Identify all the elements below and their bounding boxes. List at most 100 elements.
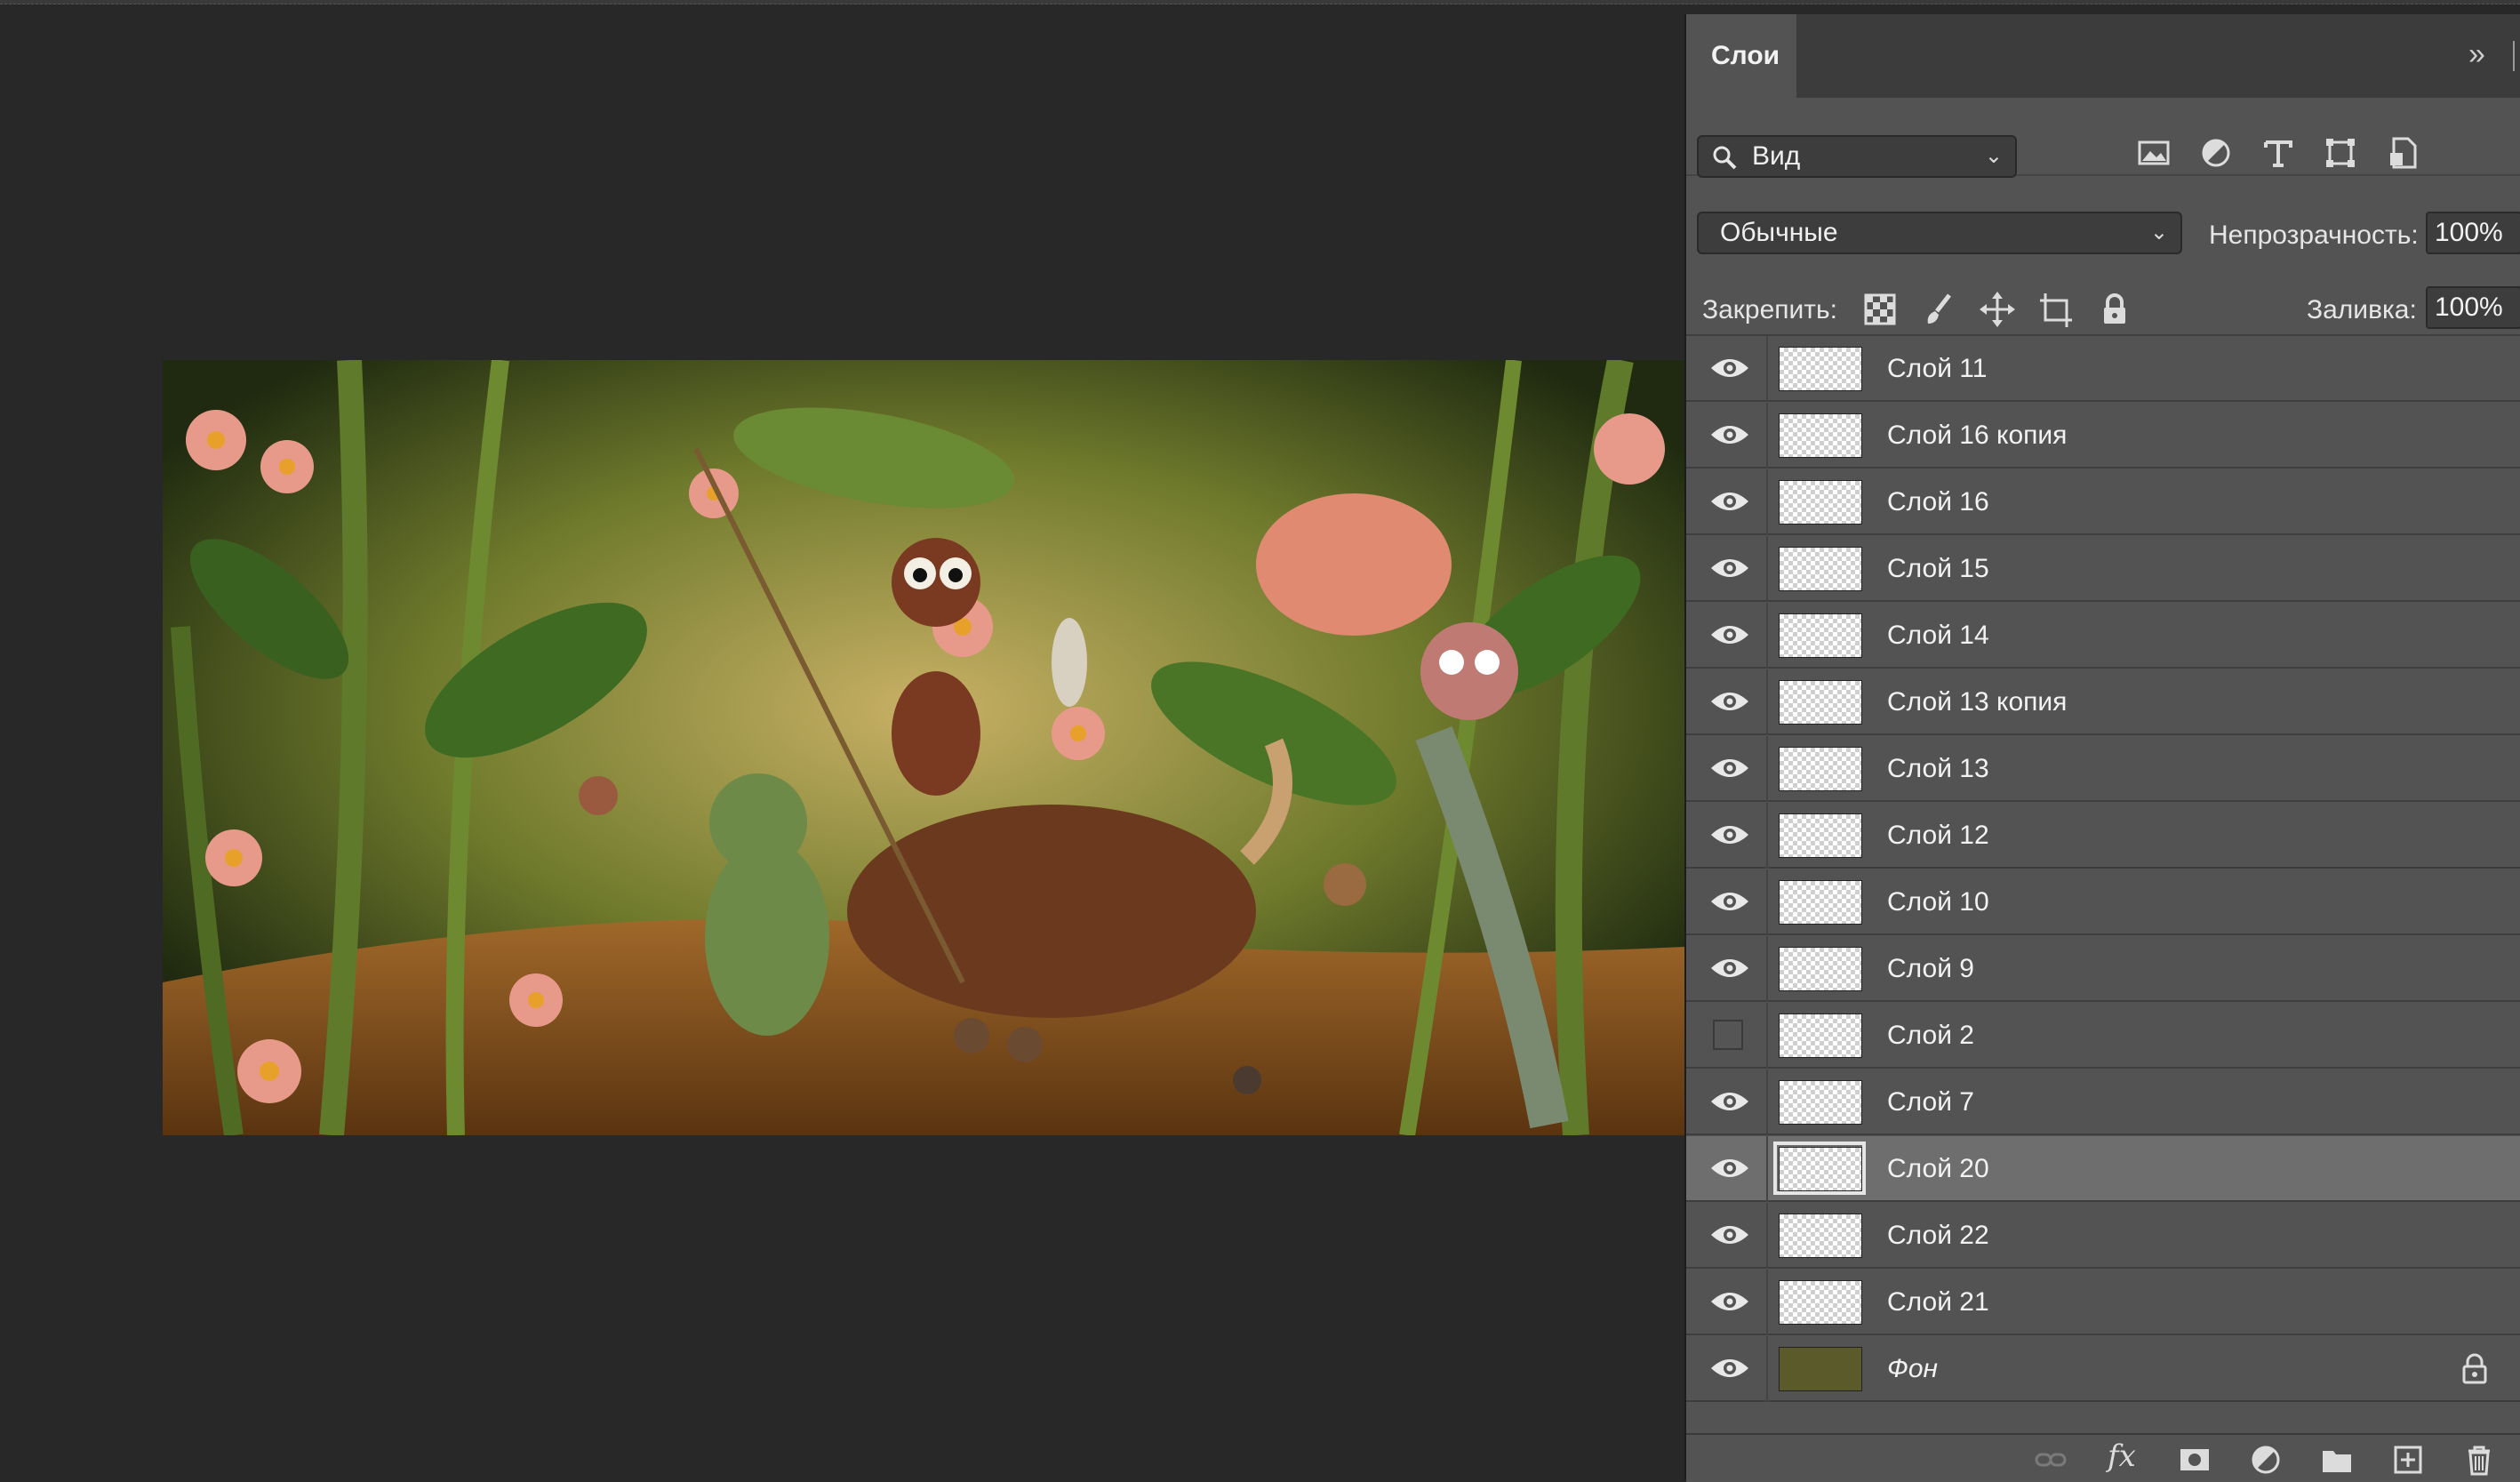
lock-position-icon[interactable]: [1978, 290, 2017, 329]
layer-thumbnail[interactable]: [1779, 680, 1862, 725]
layer-name[interactable]: Слой 16: [1887, 469, 1989, 535]
canvas-artwork-image[interactable]: [163, 360, 1684, 1135]
layer-thumbnail[interactable]: [1779, 1013, 1862, 1058]
layer-name[interactable]: Слой 21: [1887, 1270, 1989, 1335]
layer-thumbnail[interactable]: [1779, 947, 1862, 991]
shape-filter-icon[interactable]: [2321, 133, 2360, 172]
image-filter-icon[interactable]: [2134, 133, 2173, 172]
layer-thumbnail[interactable]: [1779, 747, 1862, 791]
layer-thumbnail[interactable]: [1779, 413, 1862, 458]
add-mask-icon[interactable]: [2177, 1442, 2212, 1478]
lock-all-icon[interactable]: [2095, 290, 2134, 329]
layers-list[interactable]: Слой 11 Слой 16 копия Слой 16 Слой 15 Слой 1…: [1686, 334, 2520, 1433]
layer-thumbnail[interactable]: [1779, 1214, 1862, 1258]
layer-row[interactable]: Слой 16 копия: [1686, 403, 2520, 469]
lock-artboard-icon[interactable]: [2036, 290, 2076, 329]
fill-field[interactable]: 100%: [2426, 286, 2520, 329]
lock-row: Закрепить: Заливка: 100%: [1686, 258, 2520, 336]
layer-row[interactable]: Слой 22: [1686, 1203, 2520, 1269]
row-divider: [1766, 1003, 1768, 1069]
layer-name[interactable]: Слой 13 копия: [1887, 669, 2067, 735]
layer-name[interactable]: Слой 10: [1887, 869, 1989, 935]
visibility-eye-icon[interactable]: [1709, 1154, 1750, 1182]
layer-row[interactable]: Слой 7: [1686, 1069, 2520, 1135]
layer-name[interactable]: Слой 9: [1887, 936, 1974, 1002]
row-divider: [1766, 403, 1768, 469]
visibility-eye-icon[interactable]: [1709, 1087, 1750, 1116]
visibility-eye-icon[interactable]: [1709, 1287, 1750, 1316]
layer-row[interactable]: Фон: [1686, 1336, 2520, 1402]
blend-mode-value: Обычные: [1720, 218, 1838, 247]
smart-object-filter-icon[interactable]: [2383, 133, 2422, 172]
layer-row[interactable]: Слой 9: [1686, 936, 2520, 1002]
layer-row[interactable]: Слой 13: [1686, 736, 2520, 802]
layer-name[interactable]: Слой 15: [1887, 536, 1989, 602]
new-adjustment-icon[interactable]: [2248, 1442, 2284, 1478]
visibility-toggle-off[interactable]: [1713, 1020, 1743, 1050]
row-divider: [1766, 536, 1768, 602]
layer-name[interactable]: Слой 7: [1887, 1069, 1974, 1135]
visibility-eye-icon[interactable]: [1709, 354, 1750, 382]
layer-row[interactable]: Слой 20: [1686, 1136, 2520, 1202]
layer-thumbnail[interactable]: [1779, 480, 1862, 525]
visibility-eye-icon[interactable]: [1709, 687, 1750, 716]
layer-name[interactable]: Слой 13: [1887, 736, 1989, 802]
visibility-eye-icon[interactable]: [1709, 821, 1750, 849]
layer-name[interactable]: Слой 22: [1887, 1203, 1989, 1269]
layer-thumbnail[interactable]: [1779, 547, 1862, 591]
visibility-eye-icon[interactable]: [1709, 954, 1750, 982]
visibility-eye-icon[interactable]: [1709, 621, 1750, 649]
layer-row[interactable]: Слой 15: [1686, 536, 2520, 602]
layer-thumbnail[interactable]: [1779, 613, 1862, 658]
layer-name[interactable]: Слой 16 копия: [1887, 403, 2067, 469]
visibility-eye-icon[interactable]: [1709, 1354, 1750, 1382]
layer-row[interactable]: Слой 14: [1686, 603, 2520, 669]
row-divider: [1766, 869, 1768, 935]
layer-thumbnail[interactable]: [1779, 813, 1862, 858]
layer-name[interactable]: Слой 14: [1887, 603, 1989, 669]
visibility-eye-icon[interactable]: [1709, 1221, 1750, 1249]
adjustment-filter-icon[interactable]: [2196, 133, 2236, 172]
lock-pixels-icon[interactable]: [1919, 290, 1958, 329]
layer-row[interactable]: Слой 13 копия: [1686, 669, 2520, 735]
layer-row[interactable]: Слой 16: [1686, 469, 2520, 535]
new-layer-icon[interactable]: [2390, 1442, 2426, 1478]
visibility-eye-icon[interactable]: [1709, 421, 1750, 449]
blend-mode-dropdown[interactable]: Обычные ⌄: [1697, 212, 2182, 254]
layer-thumbnail[interactable]: [1779, 1347, 1862, 1391]
layer-row[interactable]: Слой 12: [1686, 803, 2520, 869]
layer-thumbnail[interactable]: [1779, 347, 1862, 391]
visibility-eye-icon[interactable]: [1709, 754, 1750, 782]
layer-thumbnail[interactable]: [1779, 880, 1862, 925]
document-canvas-area[interactable]: [0, 5, 1684, 1480]
opacity-field[interactable]: 100%: [2426, 212, 2520, 254]
row-divider: [1766, 1270, 1768, 1335]
type-filter-icon[interactable]: [2259, 133, 2298, 172]
visibility-eye-icon[interactable]: [1709, 487, 1750, 516]
row-divider: [1766, 669, 1768, 735]
layer-thumbnail[interactable]: [1779, 1080, 1862, 1125]
layer-name[interactable]: Слой 20: [1887, 1136, 1989, 1202]
layer-name[interactable]: Слой 11: [1887, 336, 1987, 402]
fx-icon[interactable]: fx: [2108, 1438, 2136, 1474]
lock-transparency-icon[interactable]: [1860, 290, 1900, 329]
collapse-panel-icon[interactable]: »: [2468, 37, 2485, 72]
layer-name[interactable]: Фон: [1887, 1336, 1938, 1402]
layer-row[interactable]: Слой 21: [1686, 1270, 2520, 1335]
visibility-eye-icon[interactable]: [1709, 887, 1750, 916]
layer-name[interactable]: Слой 2: [1887, 1003, 1974, 1069]
filter-kind-dropdown[interactable]: Вид ⌄: [1697, 135, 2017, 178]
new-group-icon[interactable]: [2319, 1442, 2355, 1478]
row-divider: [1766, 803, 1768, 869]
artwork-illustration: [163, 360, 1684, 1135]
layer-row[interactable]: Слой 11: [1686, 336, 2520, 402]
link-layers-icon[interactable]: [2033, 1442, 2068, 1478]
layer-name[interactable]: Слой 12: [1887, 803, 1989, 869]
layer-thumbnail[interactable]: [1779, 1280, 1862, 1325]
layer-row[interactable]: Слой 2: [1686, 1003, 2520, 1069]
tab-layers[interactable]: Слои: [1686, 14, 1796, 98]
visibility-eye-icon[interactable]: [1709, 554, 1750, 582]
layer-row[interactable]: Слой 10: [1686, 869, 2520, 935]
layer-lock-icon[interactable]: [2460, 1352, 2490, 1386]
delete-layer-icon[interactable]: [2461, 1442, 2497, 1478]
